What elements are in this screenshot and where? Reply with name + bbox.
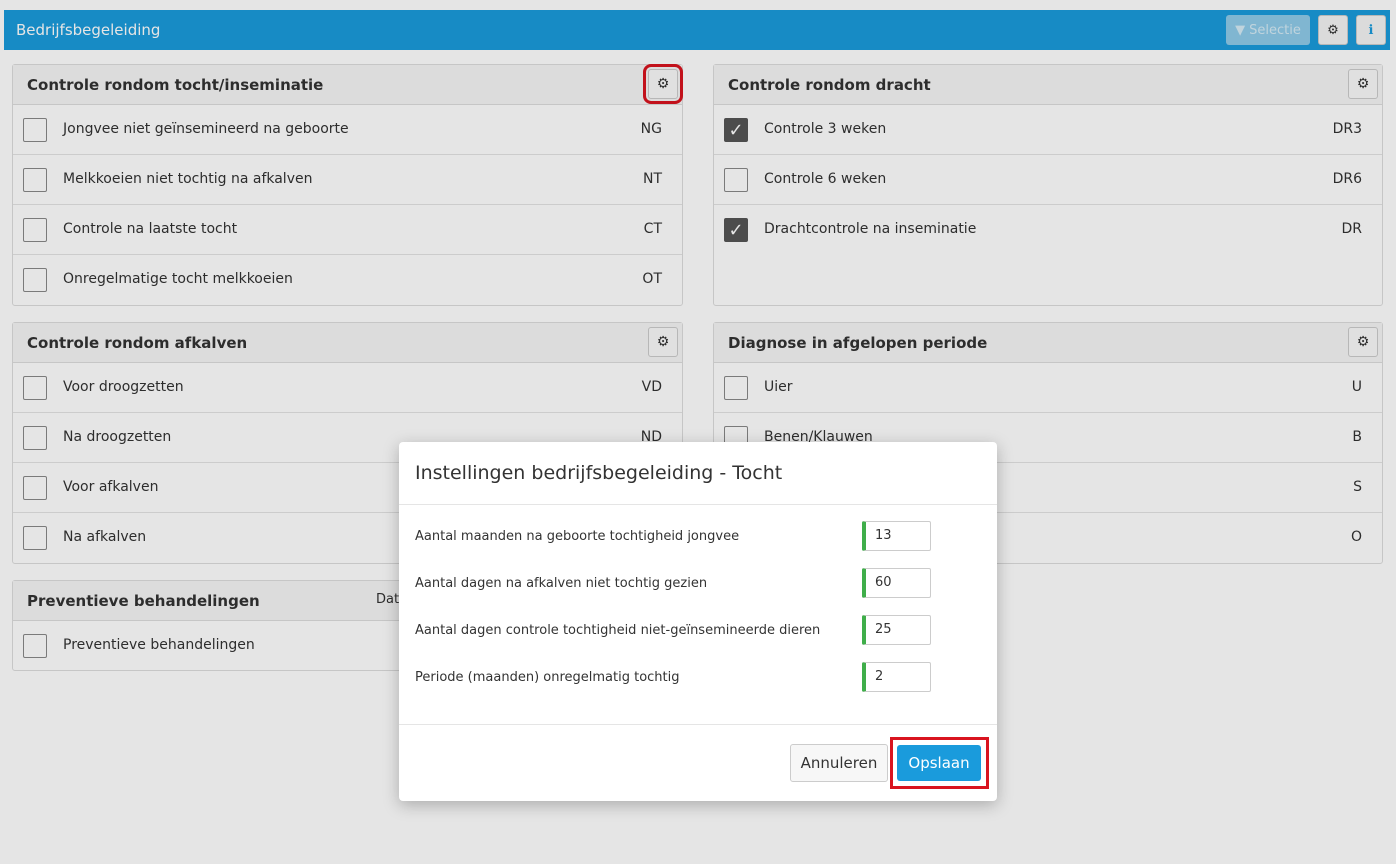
field-label: Periode (maanden) onregelmatig tochtig: [415, 670, 680, 685]
modal-footer: Annuleren Opslaan: [399, 725, 997, 800]
field-label: Aantal dagen na afkalven niet tochtig ge…: [415, 576, 708, 591]
field-label: Aantal maanden na geboorte tochtigheid j…: [415, 529, 740, 544]
settings-modal: Instellingen bedrijfsbegeleiding - Tocht…: [399, 442, 997, 801]
field-dagen-afkalven: Aantal dagen na afkalven niet tochtig ge…: [399, 568, 997, 600]
dagen-afkalven-input[interactable]: 60: [862, 568, 931, 598]
field-label: Aantal dagen controle tochtigheid niet-g…: [415, 623, 821, 638]
dagen-controle-input[interactable]: 25: [862, 615, 931, 645]
modal-header: Instellingen bedrijfsbegeleiding - Tocht: [399, 442, 997, 505]
field-periode-onregelmatig: Periode (maanden) onregelmatig tochtig 2: [399, 662, 997, 694]
cancel-button[interactable]: Annuleren: [790, 744, 888, 782]
field-dagen-controle: Aantal dagen controle tochtigheid niet-g…: [399, 615, 997, 647]
modal-body: Aantal maanden na geboorte tochtigheid j…: [399, 505, 997, 725]
field-maanden-jongvee: Aantal maanden na geboorte tochtigheid j…: [399, 521, 997, 553]
maanden-jongvee-input[interactable]: 13: [862, 521, 931, 551]
save-button[interactable]: Opslaan: [897, 745, 981, 781]
periode-onregelmatig-input[interactable]: 2: [862, 662, 931, 692]
modal-title: Instellingen bedrijfsbegeleiding - Tocht: [415, 462, 783, 484]
